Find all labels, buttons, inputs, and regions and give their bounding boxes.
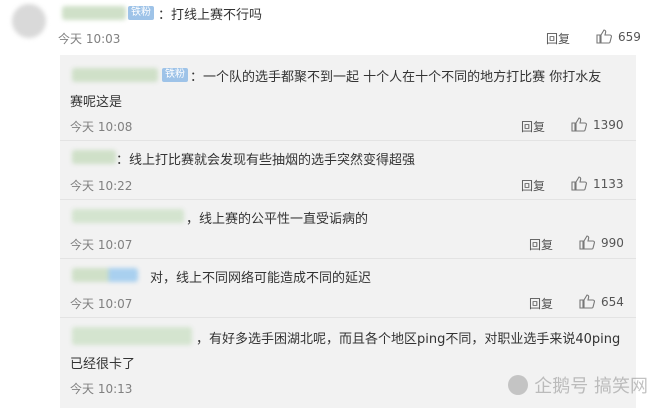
reply-text-line1: ：一个队的选手都聚不到一起 十个人在十个不同的地方打比赛 你打水友 [190,70,602,85]
reply-username[interactable] [72,268,138,282]
thumbs-up-icon [579,294,595,309]
thumbs-up-icon [571,176,587,191]
like-count: 659 [618,29,641,44]
reply-text-line1: 对，线上不同网络可能造成不同的延迟 [150,271,372,286]
reply-text-line1: ：线上打比赛就会发现有些抽烟的选手突然变得超强 [116,153,416,168]
divider [60,258,636,259]
reply-button[interactable]: 回复 [546,30,570,47]
thumbs-up-icon [596,29,612,44]
fan-badge: 铁粉 [128,6,154,20]
thumbs-up-icon [571,117,587,132]
like-count: 1133 [593,176,624,191]
like-count: 990 [601,235,624,250]
fan-badge: 铁粉 [162,68,188,82]
reply-button[interactable]: 回复 [529,236,553,253]
divider [60,140,636,141]
divider [60,199,636,200]
like-button[interactable]: 654 [579,294,624,309]
divider [60,317,636,318]
reply-username[interactable] [72,68,158,82]
reply-time: 今天 10:08 [70,120,133,134]
username[interactable] [62,6,126,20]
reply-text-line1: ，线上赛的公平性一直受诟病的 [186,212,369,227]
reply-button[interactable]: 回复 [529,295,553,312]
comment-text: ：打线上赛不行吗 [158,8,263,23]
reply-button[interactable]: 回复 [521,177,545,194]
thumbs-up-icon [579,235,595,250]
penguin-logo-icon [508,375,529,395]
watermark: 企鹅号 搞笑网 [508,372,648,398]
avatar[interactable] [12,4,46,38]
reply-time: 今天 10:13 [70,382,133,396]
reply-username[interactable] [72,150,116,164]
like-count: 654 [601,294,624,309]
comment-time: 今天 10:03 [58,32,121,46]
reply-username[interactable] [72,209,184,223]
reply-time: 今天 10:22 [70,179,133,193]
reply-button[interactable]: 回复 [521,118,545,135]
reply-username[interactable] [72,327,192,345]
like-count: 1390 [593,117,624,132]
reply-text-line1: ，有好多选手困湖北呢，而且各个地区ping不同，对职业选手来说40ping [196,332,621,347]
reply-text-line2: 赛呢这是 [70,95,123,110]
like-button[interactable]: 990 [579,235,624,250]
like-button[interactable]: 1133 [571,176,624,191]
watermark-text: 企鹅号 搞笑网 [534,376,648,397]
like-button[interactable]: 1390 [571,117,624,132]
replies-panel [60,55,636,408]
reply-time: 今天 10:07 [70,238,133,252]
reply-time: 今天 10:07 [70,297,133,311]
like-button[interactable]: 659 [596,29,641,44]
reply-text-line2: 已经很卡了 [70,357,136,372]
